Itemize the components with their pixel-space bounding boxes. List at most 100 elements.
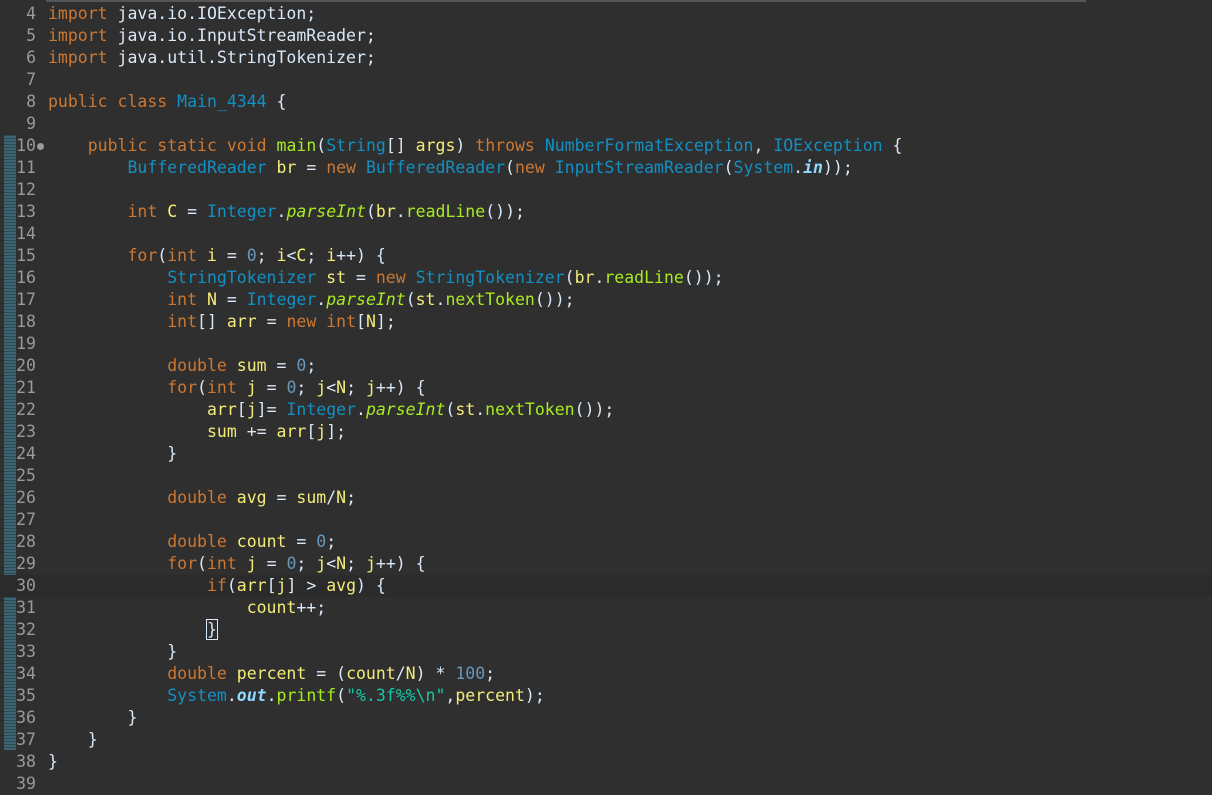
line-number[interactable]: 37 xyxy=(0,729,36,751)
line-number[interactable]: 22 xyxy=(0,399,36,421)
code-line-17[interactable]: 17 int N = Integer.parseInt(st.nextToken… xyxy=(0,289,1212,311)
line-number[interactable]: 4 xyxy=(0,3,36,25)
code-line-35[interactable]: 35 System.out.printf("%.3f%%\n",percent)… xyxy=(0,685,1212,707)
code-line-15[interactable]: 15 for(int i = 0; i<C; i++) { xyxy=(0,245,1212,267)
code-line-26[interactable]: 26 double avg = sum/N; xyxy=(0,487,1212,509)
line-number[interactable]: 11 xyxy=(0,157,36,179)
code-line-7[interactable]: 7 xyxy=(0,69,1212,91)
line-number[interactable]: 7 xyxy=(0,69,36,91)
code-text[interactable]: arr[j]= Integer.parseInt(st.nextToken())… xyxy=(48,399,614,421)
code-text[interactable]: import java.io.IOException; xyxy=(48,3,316,25)
line-number[interactable]: 18 xyxy=(0,311,36,333)
code-line-33[interactable]: 33 } xyxy=(0,641,1212,663)
line-number[interactable]: 19 xyxy=(0,333,36,355)
code-text[interactable]: double count = 0; xyxy=(48,531,336,553)
line-number[interactable]: 13 xyxy=(0,201,36,223)
code-text[interactable]: int[] arr = new int[N]; xyxy=(48,311,396,333)
code-line-31[interactable]: 31 count++; xyxy=(0,597,1212,619)
code-text[interactable]: for(int i = 0; i<C; i++) { xyxy=(48,245,385,267)
code-text[interactable]: } xyxy=(48,641,177,663)
code-line-25[interactable]: 25 xyxy=(0,465,1212,487)
line-number[interactable]: 26 xyxy=(0,487,36,509)
code-line-14[interactable]: 14 xyxy=(0,223,1212,245)
code-text[interactable]: public class Main_4344 { xyxy=(48,91,286,113)
code-text[interactable]: } xyxy=(48,443,177,465)
line-number[interactable]: 23 xyxy=(0,421,36,443)
code-text[interactable]: } xyxy=(48,707,137,729)
line-number[interactable]: 20 xyxy=(0,355,36,377)
code-text[interactable]: } xyxy=(48,729,98,751)
code-line-18[interactable]: 18 int[] arr = new int[N]; xyxy=(0,311,1212,333)
code-text[interactable]: import java.util.StringTokenizer; xyxy=(48,47,376,69)
code-line-9[interactable]: 9 xyxy=(0,113,1212,135)
line-number[interactable]: 5 xyxy=(0,25,36,47)
code-line-13[interactable]: 13 int C = Integer.parseInt(br.readLine(… xyxy=(0,201,1212,223)
code-line-29[interactable]: 29 for(int j = 0; j<N; j++) { xyxy=(0,553,1212,575)
line-number[interactable]: 16 xyxy=(0,267,36,289)
line-number[interactable]: 32 xyxy=(0,619,36,641)
code-text[interactable]: count++; xyxy=(48,597,326,619)
code-text[interactable]: for(int j = 0; j<N; j++) { xyxy=(48,377,425,399)
code-line-34[interactable]: 34 double percent = (count/N) * 100; xyxy=(0,663,1212,685)
code-line-5[interactable]: 5 import java.io.InputStreamReader; xyxy=(0,25,1212,47)
code-text[interactable]: double sum = 0; xyxy=(48,355,316,377)
line-number[interactable]: 27 xyxy=(0,509,36,531)
code-text[interactable]: int C = Integer.parseInt(br.readLine()); xyxy=(48,201,524,223)
code-text[interactable]: StringTokenizer st = new StringTokenizer… xyxy=(48,267,723,289)
code-line-37[interactable]: 37 } xyxy=(0,729,1212,751)
line-number[interactable]: 36 xyxy=(0,707,36,729)
code-line-8[interactable]: 8 public class Main_4344 { xyxy=(0,91,1212,113)
line-number[interactable]: 38 xyxy=(0,751,36,773)
code-text[interactable]: for(int j = 0; j<N; j++) { xyxy=(48,553,425,575)
line-number[interactable]: 9 xyxy=(0,113,36,135)
code-text[interactable]: System.out.printf("%.3f%%\n",percent); xyxy=(48,685,545,707)
code-line-22[interactable]: 22 arr[j]= Integer.parseInt(st.nextToken… xyxy=(0,399,1212,421)
code-text[interactable]: } xyxy=(48,751,58,773)
line-number[interactable]: 12 xyxy=(0,179,36,201)
line-number[interactable]: 15 xyxy=(0,245,36,267)
code-line-32[interactable]: 32 } xyxy=(0,619,1212,641)
code-line-36[interactable]: 36 } xyxy=(0,707,1212,729)
code-line-12[interactable]: 12 xyxy=(0,179,1212,201)
code-line-6[interactable]: 6 import java.util.StringTokenizer; xyxy=(0,47,1212,69)
code-text[interactable]: sum += arr[j]; xyxy=(48,421,346,443)
code-line-24[interactable]: 24 } xyxy=(0,443,1212,465)
line-number[interactable]: 25 xyxy=(0,465,36,487)
line-number[interactable]: 6 xyxy=(0,47,36,69)
code-line-19[interactable]: 19 xyxy=(0,333,1212,355)
code-line-4[interactable]: 4 import java.io.IOException; xyxy=(0,3,1212,25)
line-number[interactable]: 35 xyxy=(0,685,36,707)
code-text[interactable]: double percent = (count/N) * 100; xyxy=(48,663,495,685)
code-line-21[interactable]: 21 for(int j = 0; j<N; j++) { xyxy=(0,377,1212,399)
line-number[interactable]: 28 xyxy=(0,531,36,553)
code-line-20[interactable]: 20 double sum = 0; xyxy=(0,355,1212,377)
code-text[interactable]: double avg = sum/N; xyxy=(48,487,356,509)
code-text[interactable]: BufferedReader br = new BufferedReader(n… xyxy=(48,157,852,179)
line-number[interactable]: 31 xyxy=(0,597,36,619)
code-text[interactable]: public static void main(String[] args) t… xyxy=(48,135,903,157)
line-number[interactable]: 30 xyxy=(0,575,36,597)
code-line-23[interactable]: 23 sum += arr[j]; xyxy=(0,421,1212,443)
line-number[interactable]: 34 xyxy=(0,663,36,685)
fold-marker-icon[interactable] xyxy=(37,143,44,150)
line-number[interactable]: 24 xyxy=(0,443,36,465)
line-number[interactable]: 29 xyxy=(0,553,36,575)
code-line-10[interactable]: 10 public static void main(String[] args… xyxy=(0,135,1212,157)
line-number[interactable]: 14 xyxy=(0,223,36,245)
code-text[interactable]: } xyxy=(48,619,218,641)
code-text[interactable]: if(arr[j] > avg) { xyxy=(48,575,386,597)
code-line-11[interactable]: 11 BufferedReader br = new BufferedReade… xyxy=(0,157,1212,179)
code-line-38[interactable]: 38} xyxy=(0,751,1212,773)
code-text[interactable]: int N = Integer.parseInt(st.nextToken())… xyxy=(48,289,574,311)
code-line-28[interactable]: 28 double count = 0; xyxy=(0,531,1212,553)
code-line-27[interactable]: 27 xyxy=(0,509,1212,531)
line-number[interactable]: 17 xyxy=(0,289,36,311)
code-editor[interactable]: 4 import java.io.IOException; 5 import java… xyxy=(0,0,1212,793)
code-line-30[interactable]: 30 if(arr[j] > avg) { xyxy=(0,575,1212,597)
code-text[interactable]: import java.io.InputStreamReader; xyxy=(48,25,376,47)
line-number[interactable]: 21 xyxy=(0,377,36,399)
line-number[interactable]: 8 xyxy=(0,91,36,113)
line-number[interactable]: 33 xyxy=(0,641,36,663)
line-number[interactable]: 10 xyxy=(0,135,36,157)
code-line-16[interactable]: 16 StringTokenizer st = new StringTokeni… xyxy=(0,267,1212,289)
